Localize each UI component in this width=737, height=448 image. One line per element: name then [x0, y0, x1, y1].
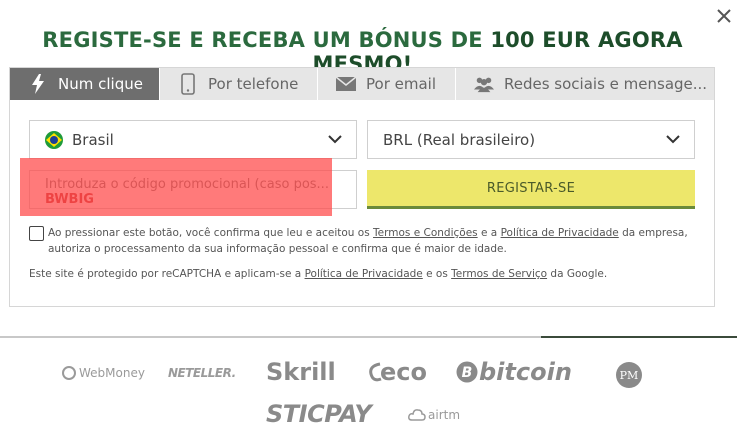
promo-code-value: BWBIG [45, 192, 94, 207]
neteller-label: NETELLER. [168, 366, 236, 380]
tab-label: Por telefone [208, 75, 299, 93]
google-privacy-link[interactable]: Política de Privacidade [305, 268, 423, 280]
terms-text-part: Ao pressionar este botão, você confirma … [48, 227, 374, 239]
google-terms-link[interactable]: Termos de Serviço [451, 268, 547, 280]
airtm-logo: airtm [408, 408, 460, 422]
bitcoin-icon: B [456, 361, 478, 383]
currency-select[interactable]: BRL (Real brasileiro) [367, 120, 695, 159]
neteller-logo: NETELLER. [168, 366, 236, 380]
headline-text: REGISTE-SE E RECEBA UM BÓNUS DE [42, 28, 491, 52]
sticpay-logo: STICPAY [266, 400, 372, 428]
footer-divider-accent [541, 336, 737, 338]
tab-phone[interactable]: Por telefone [160, 68, 318, 100]
close-button[interactable] [714, 6, 734, 26]
webmoney-icon [62, 366, 76, 380]
country-value: Brasil [72, 130, 114, 149]
register-button[interactable]: REGISTAR-SE [367, 170, 695, 209]
terms-checkbox[interactable] [29, 226, 44, 241]
eco-logo: eco [368, 358, 427, 386]
phone-icon [178, 73, 198, 95]
currency-value: BRL (Real brasileiro) [383, 130, 536, 149]
captcha-text-part: e os [422, 268, 452, 280]
airtm-label: airtm [428, 408, 461, 422]
tab-label: Redes sociais e mensage... [504, 75, 708, 93]
skrill-logo: Skrill [266, 358, 336, 386]
recaptcha-notice: Este site é protegido por reCAPTCHA e ap… [29, 268, 699, 280]
tab-social[interactable]: Redes sociais e mensage... [456, 68, 714, 100]
lightning-icon [28, 74, 48, 94]
footer-divider [0, 336, 541, 338]
perfect-money-logo: PM [616, 362, 642, 388]
eco-label: eco [380, 358, 427, 386]
terms-text-part: e a [477, 227, 501, 239]
bitcoin-logo: B bitcoin [456, 358, 572, 386]
sticpay-label: STICPAY [266, 400, 372, 428]
envelope-icon [336, 74, 356, 94]
privacy-link[interactable]: Política de Privacidade [501, 227, 619, 239]
webmoney-label: WebMoney [79, 366, 145, 380]
skrill-label: Skrill [266, 358, 336, 386]
brazil-flag-icon [44, 130, 64, 150]
tab-email[interactable]: Por email [318, 68, 456, 100]
registration-tabs: Num clique Por telefone Por email Redes … [10, 68, 714, 100]
promo-code-placeholder: Introduza o código promocional (caso pos… [45, 177, 329, 192]
terms-text: Ao pressionar este botão, você confirma … [48, 225, 698, 257]
captcha-text-part: Este site é protegido por reCAPTCHA e ap… [29, 268, 305, 280]
users-icon [474, 74, 494, 94]
chevron-down-icon [328, 135, 342, 144]
promo-code-field[interactable]: Introduza o código promocional (caso pos… [29, 170, 357, 209]
bitcoin-label: bitcoin [479, 358, 572, 386]
captcha-text-part: da Google. [547, 268, 608, 280]
svg-text:B: B [462, 365, 473, 381]
pm-label: PM [619, 368, 639, 382]
close-icon [717, 9, 731, 23]
country-select[interactable]: Brasil [29, 120, 357, 159]
tab-label: Num clique [58, 75, 143, 93]
terms-link[interactable]: Termos e Condições [373, 227, 478, 239]
airtm-cloud-icon [408, 409, 426, 421]
webmoney-logo: WebMoney [62, 366, 145, 380]
tab-one-click[interactable]: Num clique [10, 68, 160, 100]
tab-label: Por email [366, 75, 436, 93]
chevron-down-icon [666, 135, 680, 144]
